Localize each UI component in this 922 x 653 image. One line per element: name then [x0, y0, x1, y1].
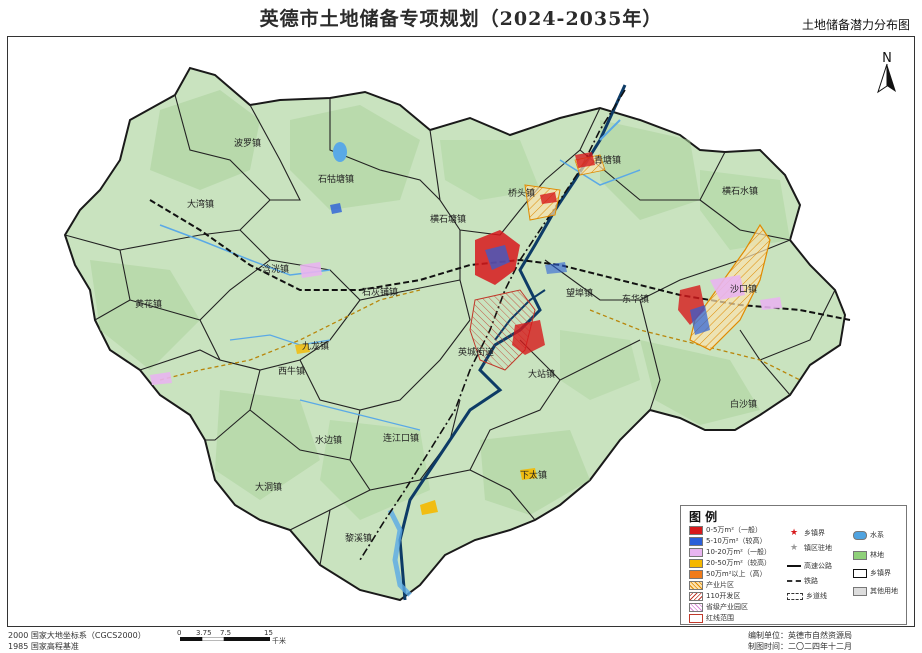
- town-label: 西牛镇: [278, 365, 305, 377]
- town-label: 下太镇: [520, 469, 547, 481]
- legend-item: 5-10万m²（较高）: [689, 536, 767, 546]
- legend-item: 110开发区: [689, 591, 740, 601]
- town-label: 大洞镇: [255, 481, 282, 493]
- legend-item: ★ 镇区驻地: [789, 543, 832, 553]
- scale-unit: 千米: [272, 637, 286, 645]
- town-label: 横石塘镇: [430, 213, 466, 225]
- compiler-note: 编制单位：英德市自然资源局: [748, 631, 852, 640]
- legend-item: 铁路: [787, 576, 818, 586]
- town-label: 九龙镇: [302, 340, 329, 352]
- legend-item: 红线范围: [689, 613, 734, 623]
- town-label: 桥头镇: [508, 187, 535, 199]
- legend-item: 乡道线: [787, 591, 827, 601]
- legend-item: ★ 乡镇界: [789, 528, 825, 538]
- legend-title: 图 例: [689, 510, 718, 524]
- town-label: 浛洸镇: [262, 263, 289, 275]
- map-legend: 图 例 0-5万m²（一般） 5-10万m²（较高） 10-20万m²（一般） …: [680, 505, 907, 625]
- town-label: 沙口镇: [730, 283, 757, 295]
- height-system-note: 1985 国家高程基准: [8, 642, 79, 651]
- legend-item: 乡镇界: [853, 568, 891, 578]
- legend-item: 水系: [853, 530, 884, 540]
- scale-tick: 0: [177, 629, 182, 637]
- town-label: 连江口镇: [383, 432, 419, 444]
- legend-item: 高速公路: [787, 561, 832, 571]
- legend-item: 10-20万m²（一般）: [689, 547, 771, 557]
- town-label: 水边镇: [315, 434, 342, 446]
- scale-bar: [180, 637, 270, 641]
- scale-tick: 7.5: [220, 629, 232, 637]
- legend-item: 林地: [853, 550, 884, 560]
- legend-item: 省级产业园区: [689, 602, 748, 612]
- town-label: 石牯塘镇: [318, 173, 354, 185]
- legend-item: 产业片区: [689, 580, 734, 590]
- legend-item: 0-5万m²（一般）: [689, 525, 762, 535]
- legend-item: 其他用地: [853, 586, 898, 596]
- date-note: 制图时间：二〇二四年十二月: [748, 642, 852, 651]
- town-label: 黄花镇: [135, 298, 162, 310]
- town-label: 大站镇: [528, 368, 555, 380]
- town-label: 东华镇: [622, 293, 649, 305]
- scale-tick: 3.75: [196, 629, 212, 637]
- town-label: 大湾镇: [187, 198, 214, 210]
- north-label: N: [882, 51, 892, 66]
- town-label: 英城街道: [458, 346, 494, 358]
- legend-item: 20-50万m²（较高）: [689, 558, 771, 568]
- town-label: 波罗镇: [234, 137, 261, 149]
- north-arrow-icon: N: [877, 51, 896, 94]
- town-label: 石灰铺镇: [362, 286, 398, 298]
- town-label: 横石水镇: [722, 185, 758, 197]
- town-label: 青塘镇: [594, 154, 621, 166]
- coord-system-note: 2000 国家大地坐标系（CGCS2000）: [8, 631, 146, 640]
- town-label: 白沙镇: [730, 398, 757, 410]
- legend-item: 50万m²以上（高）: [689, 569, 767, 579]
- town-label: 黎溪镇: [345, 532, 372, 544]
- town-label: 望埠镇: [566, 287, 593, 299]
